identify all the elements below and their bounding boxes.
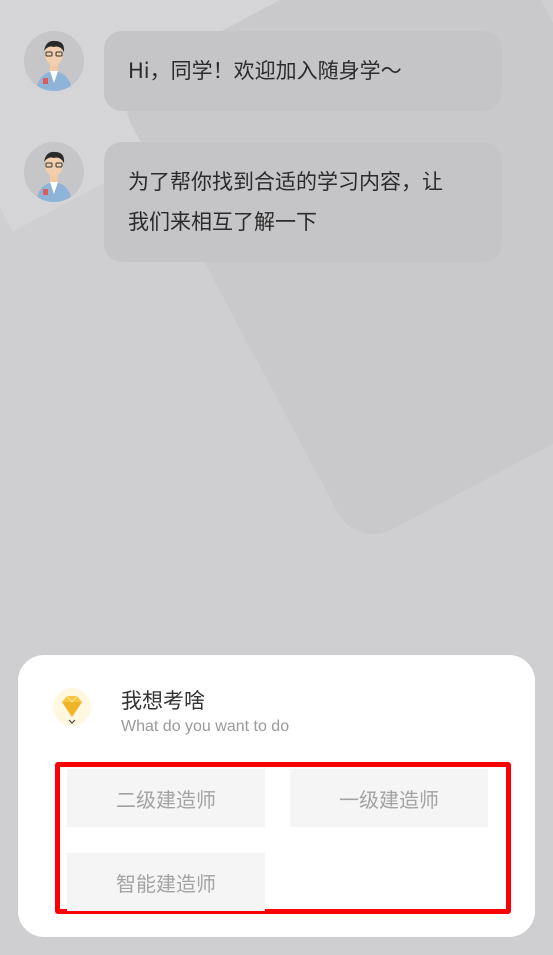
chat-message-row bbox=[24, 142, 84, 202]
diamond-icon bbox=[52, 687, 92, 727]
chat-bubble: 为了帮你找到合适的学习内容，让 我们来相互了解一下 bbox=[104, 142, 502, 262]
options-highlight-frame: 二级建造师 一级建造师 智能建造师 bbox=[55, 762, 511, 914]
option-first-class-constructor[interactable]: 一级建造师 bbox=[290, 769, 488, 827]
chat-message-text: Hi，同学！欢迎加入随身学～ bbox=[128, 59, 402, 83]
chat-message-text: 为了帮你找到合适的学习内容，让 bbox=[128, 170, 443, 194]
avatar bbox=[24, 31, 84, 91]
option-intelligent-constructor[interactable]: 智能建造师 bbox=[67, 853, 265, 911]
chat-bubble: Hi，同学！欢迎加入随身学～ bbox=[104, 31, 502, 111]
panel-title: 我想考啥 bbox=[121, 689, 205, 713]
goal-selection-panel: 我想考啥 What do you want to do 二级建造师 一级建造师 … bbox=[18, 655, 535, 937]
panel-subtitle: What do you want to do bbox=[121, 718, 290, 735]
teacher-avatar-icon bbox=[24, 142, 84, 202]
avatar bbox=[24, 142, 84, 202]
chat-message-text: 我们来相互了解一下 bbox=[128, 210, 317, 234]
teacher-avatar-icon bbox=[24, 31, 84, 91]
chat-message-row bbox=[24, 31, 84, 91]
option-second-class-constructor[interactable]: 二级建造师 bbox=[67, 769, 265, 827]
